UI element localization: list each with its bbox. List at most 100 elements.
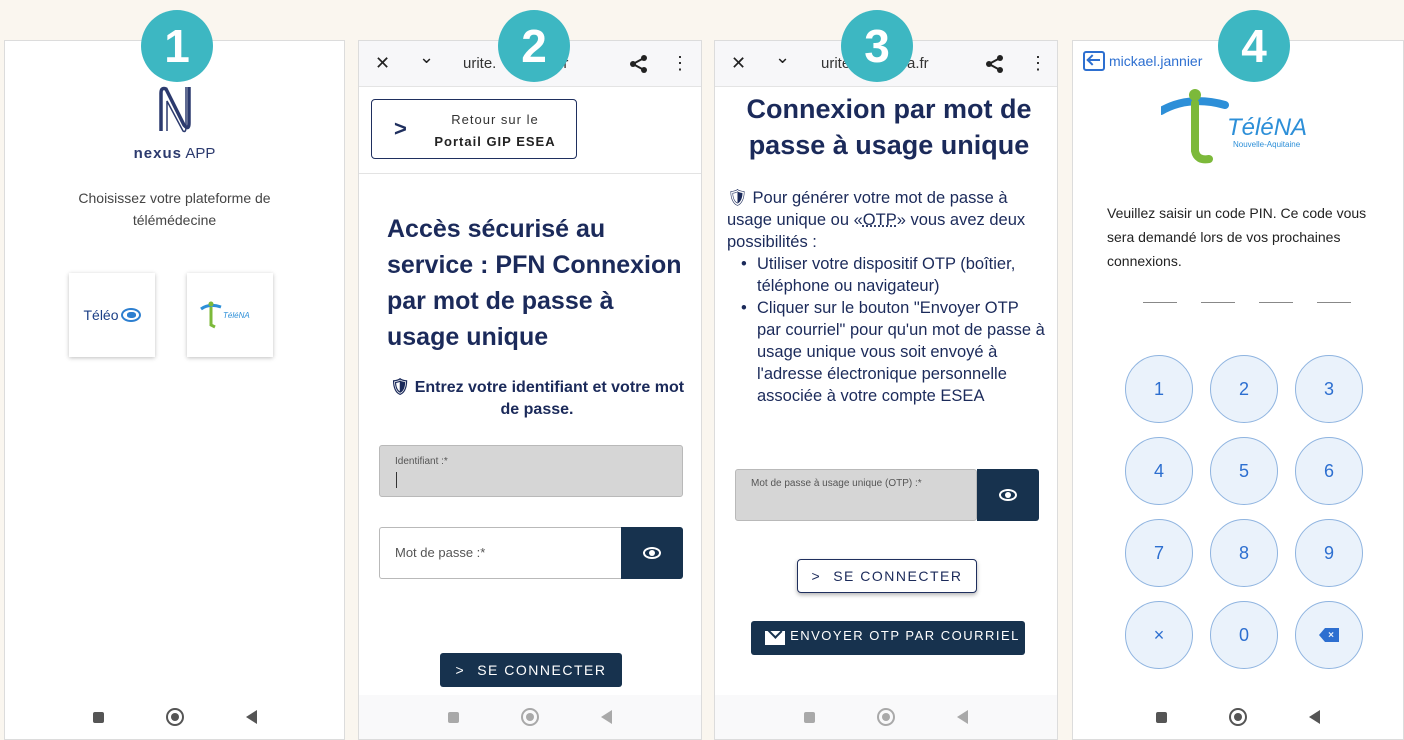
telena-small-logo-icon: TéléNA (200, 301, 250, 329)
back-to-portal-line2: Portail GIP ESEA (434, 134, 556, 149)
back-to-portal-button[interactable]: > Retour sur le Portail GIP ESEA (371, 99, 577, 159)
back-to-portal-line1: Retour sur le (451, 112, 539, 127)
pin-slot (1259, 301, 1293, 303)
svg-text:TéléNA: TéléNA (223, 311, 250, 320)
chevron-right-icon: > (455, 662, 466, 678)
chevron-down-icon[interactable]: ⌄ (775, 47, 790, 68)
connect-label: SE CONNECTER (477, 662, 607, 678)
android-nav-bar (1073, 695, 1403, 739)
key-3[interactable]: 3 (1295, 355, 1363, 423)
logout-link[interactable]: mickael.jannier (1083, 51, 1202, 71)
step-badge-3: 3 (841, 10, 913, 82)
eye-icon (999, 489, 1017, 501)
otp-explanation: 🛡 Pour générer votre mot de passe à usag… (727, 187, 1045, 407)
back-icon[interactable] (1309, 710, 1320, 724)
android-nav-bar (715, 695, 1057, 739)
chevron-right-icon: > (811, 568, 822, 584)
pin-slot (1143, 301, 1177, 303)
more-menu-icon[interactable]: ⋮ (671, 53, 689, 74)
platform-teleo-tile[interactable]: Téléo (69, 273, 155, 357)
android-nav-bar (359, 695, 701, 739)
connect-button[interactable]: > SE CONNECTER (797, 559, 977, 593)
otp-options-list: Utiliser votre dispositif OTP (boîtier, … (741, 253, 1045, 407)
divider (359, 173, 701, 174)
recent-apps-icon[interactable] (804, 711, 815, 723)
clear-key[interactable]: × (1125, 601, 1193, 669)
eye-icon (643, 547, 661, 559)
home-icon[interactable] (877, 708, 895, 726)
screen-platform-choice: nexus APP Choisissez votre plateforme de… (4, 40, 345, 740)
chevron-right-icon: > (394, 116, 407, 141)
more-menu-icon[interactable]: ⋮ (1029, 53, 1047, 74)
screen-pin-setup: mickael.jannier TéléNA Nouvelle-Aquitain… (1072, 40, 1404, 740)
identifiant-field[interactable]: Identifiant :* (379, 445, 683, 497)
identifiant-label: Identifiant :* (395, 456, 448, 467)
key-0[interactable]: 0 (1210, 601, 1278, 669)
key-5[interactable]: 5 (1210, 437, 1278, 505)
password-field[interactable]: Mot de passe :* (379, 527, 621, 579)
pin-slot (1201, 301, 1235, 303)
svg-text:Nouvelle-Aquitaine: Nouvelle-Aquitaine (1233, 140, 1301, 149)
recent-apps-icon[interactable] (1156, 711, 1167, 723)
login-instruction: 🛡 Entrez votre identifiant et votre mot … (389, 379, 685, 418)
android-nav-bar (5, 695, 344, 739)
backspace-icon: × (1319, 628, 1339, 642)
step-badge-4: 4 (1218, 10, 1290, 82)
mail-icon (765, 631, 785, 645)
key-1[interactable]: 1 (1125, 355, 1193, 423)
key-2[interactable]: 2 (1210, 355, 1278, 423)
otp-label: Mot de passe à usage unique (OTP) :* (751, 478, 922, 489)
list-item: Utiliser votre dispositif OTP (boîtier, … (741, 253, 1045, 297)
back-icon[interactable] (601, 710, 612, 724)
back-icon[interactable] (245, 710, 257, 724)
password-placeholder: Mot de passe :* (395, 545, 486, 560)
pin-slot (1317, 301, 1351, 303)
shield-icon: 🛡 (727, 189, 748, 207)
screen-otp-login: ✕ ⌄ urite a.fr ⋮ Connexion par mot de pa… (714, 40, 1058, 740)
logout-icon (1083, 51, 1105, 71)
home-icon[interactable] (521, 708, 539, 726)
otp-abbr: OTP (862, 211, 897, 229)
choose-platform-text: Choisissez votre plateforme de télémédec… (78, 190, 271, 228)
recent-apps-icon[interactable] (92, 711, 104, 723)
list-item: Cliquer sur le bouton "Envoyer OTP par c… (741, 297, 1045, 407)
send-otp-email-button[interactable]: ENVOYER OTP PAR COURRIEL (751, 621, 1025, 655)
key-7[interactable]: 7 (1125, 519, 1193, 587)
screen-login-password: ✕ ⌄ urite. .fr ⋮ > Retour sur le Portail… (358, 40, 702, 740)
share-icon[interactable] (629, 54, 649, 74)
pin-prompt: Veuillez saisir un code PIN. Ce code vou… (1107, 205, 1367, 269)
close-icon[interactable]: ✕ (731, 53, 746, 74)
teleo-mark-icon (120, 308, 141, 322)
back-icon[interactable] (957, 710, 968, 724)
key-6[interactable]: 6 (1295, 437, 1363, 505)
close-icon[interactable]: ✕ (375, 53, 390, 74)
chevron-down-icon[interactable]: ⌄ (419, 47, 434, 68)
otp-field[interactable]: Mot de passe à usage unique (OTP) :* (735, 469, 977, 521)
key-9[interactable]: 9 (1295, 519, 1363, 587)
nexus-logo-icon (159, 86, 191, 133)
backspace-key[interactable]: × (1295, 601, 1363, 669)
teleo-logo: Téléo (83, 307, 141, 323)
key-8[interactable]: 8 (1210, 519, 1278, 587)
home-icon[interactable] (1229, 708, 1247, 726)
text-cursor (396, 472, 397, 488)
show-password-button[interactable] (621, 527, 683, 579)
platform-telena-tile[interactable]: TéléNA (187, 273, 273, 357)
send-otp-label: ENVOYER OTP PAR COURRIEL (790, 628, 1020, 643)
connect-label: SE CONNECTER (833, 568, 963, 584)
pin-keypad: 1 2 3 4 5 6 7 8 9 × 0 × (1125, 355, 1363, 669)
username: mickael.jannier (1109, 53, 1203, 69)
home-icon[interactable] (165, 708, 184, 726)
share-icon[interactable] (985, 54, 1005, 74)
url-text[interactable]: urite. (463, 55, 496, 72)
page-title: Connexion par mot de passe à usage uniqu… (746, 94, 1032, 160)
recent-apps-icon[interactable] (448, 711, 459, 723)
page-title: Accès sécurisé au service : PFN Connexio… (387, 215, 682, 351)
show-otp-button[interactable] (977, 469, 1039, 521)
connect-button[interactable]: > SE CONNECTER (440, 653, 622, 687)
key-4[interactable]: 4 (1125, 437, 1193, 505)
pin-slots (1143, 301, 1351, 303)
app-name: nexus APP (133, 145, 216, 162)
svg-text:TéléNA: TéléNA (1227, 114, 1307, 141)
telena-logo-icon: TéléNA Nouvelle-Aquitaine (1161, 89, 1307, 164)
